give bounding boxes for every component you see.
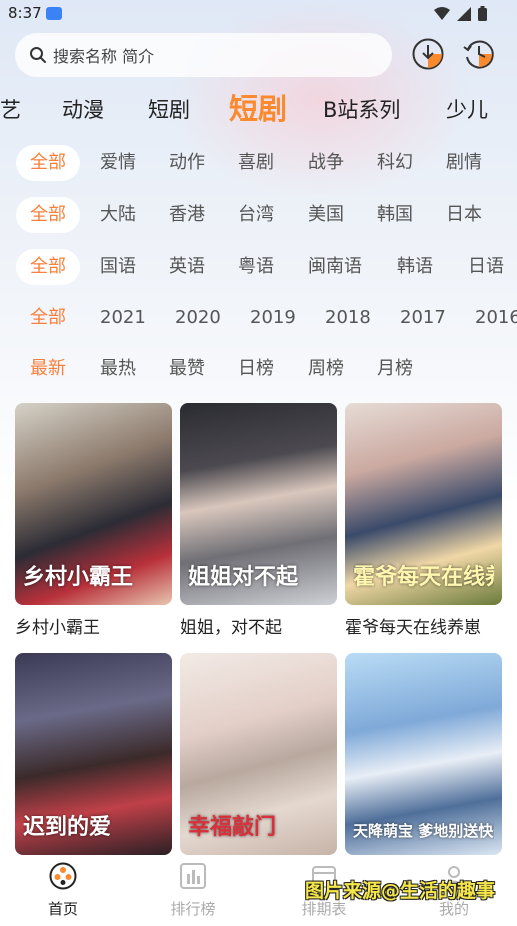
filter-chip[interactable]: 日本 bbox=[446, 197, 482, 233]
filter-chip[interactable]: 香港 bbox=[169, 197, 205, 233]
filter-chip[interactable]: 美国 bbox=[308, 197, 344, 233]
tab-kids[interactable]: 少儿 bbox=[446, 94, 488, 124]
drama-card[interactable]: 幸福敲门 bbox=[180, 653, 337, 863]
app-notification-icon bbox=[46, 7, 62, 20]
search-bar[interactable]: 搜索名称 简介 bbox=[15, 33, 392, 77]
poster-title: 乡村小霸王 bbox=[23, 564, 134, 590]
filter-chip[interactable]: 科幻 bbox=[377, 145, 413, 181]
drama-card[interactable]: 天降萌宝 爹地别送快递了 bbox=[345, 653, 502, 863]
watermark-text: 图片来源@生活的趣事 bbox=[304, 880, 495, 902]
drama-card[interactable]: 乡村小霸王 乡村小霸王 bbox=[15, 403, 172, 638]
poster-image: 霍爷每天在线养崽 bbox=[345, 403, 502, 605]
nav-label: 首页 bbox=[47, 900, 78, 918]
filter-chip[interactable]: 英语 bbox=[169, 249, 205, 285]
battery-icon bbox=[478, 6, 487, 21]
filter-chip[interactable]: 2020 bbox=[175, 300, 221, 336]
search-placeholder: 搜索名称 简介 bbox=[53, 47, 155, 66]
filter-chip[interactable]: 闽南语 bbox=[308, 249, 362, 285]
poster-image: 天降萌宝 爹地别送快递了 bbox=[345, 653, 502, 855]
card-title: 乡村小霸王 bbox=[15, 618, 100, 638]
status-icons bbox=[434, 6, 487, 21]
filter-chip[interactable]: 韩语 bbox=[397, 249, 433, 285]
poster-image: 姐姐对不起 bbox=[180, 403, 337, 605]
filter-chip[interactable]: 台湾 bbox=[238, 197, 274, 233]
filter-chip[interactable]: 战争 bbox=[308, 145, 344, 181]
tab-bilibili[interactable]: B站系列 bbox=[323, 94, 400, 124]
filter-chip[interactable]: 日榜 bbox=[238, 351, 274, 387]
card-title: 霍爷每天在线养崽 bbox=[345, 618, 481, 638]
drama-card[interactable]: 霍爷每天在线养崽 霍爷每天在线养崽 bbox=[345, 403, 502, 638]
filter-chip[interactable]: 粤语 bbox=[238, 249, 274, 285]
status-bar: 8:37 bbox=[0, 0, 517, 28]
filter-chip[interactable]: 最热 bbox=[100, 351, 136, 387]
tab-short-drama-active[interactable]: 短剧 bbox=[229, 86, 287, 128]
nav-label: 排行榜 bbox=[170, 900, 216, 918]
poster-image: 迟到的爱 bbox=[15, 653, 172, 855]
filter-chip[interactable]: 全部 bbox=[16, 145, 80, 181]
tab-anime[interactable]: 动漫 bbox=[62, 94, 104, 124]
chart-icon bbox=[180, 863, 206, 889]
poster-image: 幸福敲门 bbox=[180, 653, 337, 855]
download-icon[interactable] bbox=[411, 37, 445, 71]
filter-chip[interactable]: 最新 bbox=[30, 351, 66, 387]
poster-title: 天降萌宝 爹地别送快递了 bbox=[353, 822, 494, 840]
poster-title: 迟到的爱 bbox=[23, 814, 112, 840]
filter-chip[interactable]: 最赞 bbox=[169, 351, 205, 387]
drama-card[interactable]: 迟到的爱 bbox=[15, 653, 172, 863]
tab-short-drama[interactable]: 短剧 bbox=[148, 94, 190, 124]
filter-chip[interactable]: 2019 bbox=[250, 300, 296, 336]
nav-ranking[interactable]: 排行榜 bbox=[153, 862, 233, 919]
poster-title: 幸福敲门 bbox=[188, 814, 277, 840]
filter-chip[interactable]: 全部 bbox=[16, 197, 80, 233]
filter-chip[interactable]: 爱情 bbox=[100, 145, 136, 181]
signal-icon bbox=[457, 6, 471, 21]
card-title: 姐姐，对不起 bbox=[180, 618, 282, 638]
filter-region: 全部 大陆 香港 台湾 美国 韩国 日本 bbox=[0, 197, 517, 233]
filter-sort: 最新 最热 最赞 日榜 周榜 月榜 bbox=[0, 351, 517, 387]
drama-card[interactable]: 姐姐对不起 姐姐，对不起 bbox=[180, 403, 337, 638]
history-icon[interactable] bbox=[462, 37, 496, 71]
filter-chip[interactable]: 日语 bbox=[468, 249, 504, 285]
filter-chip[interactable]: 国语 bbox=[100, 249, 136, 285]
film-reel-icon bbox=[49, 862, 77, 890]
filter-chip[interactable]: 动作 bbox=[169, 145, 205, 181]
status-time: 8:37 bbox=[8, 4, 42, 22]
wifi-icon bbox=[434, 6, 450, 20]
filter-chip[interactable]: 全部 bbox=[30, 300, 66, 336]
filter-chip[interactable]: 喜剧 bbox=[238, 145, 274, 181]
filter-genre: 全部 爱情 动作 喜剧 战争 科幻 剧情 bbox=[0, 145, 517, 181]
nav-home[interactable]: 首页 bbox=[23, 862, 103, 919]
filter-chip[interactable]: 2017 bbox=[400, 300, 446, 336]
search-icon bbox=[30, 47, 46, 63]
filter-chip[interactable]: 韩国 bbox=[377, 197, 413, 233]
filter-year: 全部 2021 2020 2019 2018 2017 2016 bbox=[0, 300, 517, 336]
poster-title: 霍爷每天在线养崽 bbox=[353, 564, 494, 590]
filter-chip[interactable]: 2021 bbox=[100, 300, 146, 336]
poster-image: 乡村小霸王 bbox=[15, 403, 172, 605]
filter-chip[interactable]: 周榜 bbox=[308, 351, 344, 387]
filter-chip[interactable]: 2016 bbox=[475, 300, 517, 336]
category-tabs: 艺 动漫 短剧 短剧 B站系列 少儿 bbox=[0, 86, 517, 126]
filter-chip[interactable]: 剧情 bbox=[446, 145, 482, 181]
filter-chip[interactable]: 月榜 bbox=[377, 351, 413, 387]
filter-chip[interactable]: 全部 bbox=[16, 249, 80, 285]
filter-language: 全部 国语 英语 粤语 闽南语 韩语 日语 bbox=[0, 249, 517, 285]
filter-chip[interactable]: 大陆 bbox=[100, 197, 136, 233]
tab-variety[interactable]: 艺 bbox=[0, 94, 21, 124]
poster-title: 姐姐对不起 bbox=[188, 564, 299, 590]
filter-chip[interactable]: 2018 bbox=[325, 300, 371, 336]
